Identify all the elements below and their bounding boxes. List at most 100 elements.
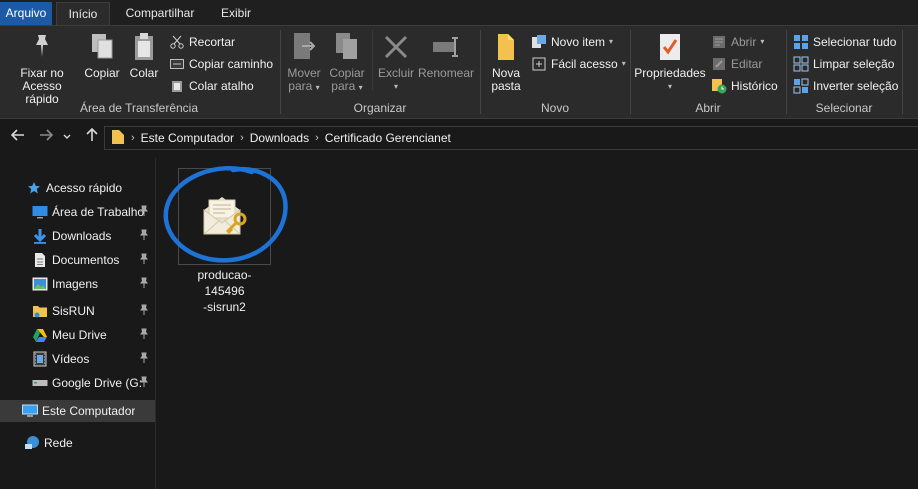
copy-to-button[interactable]: Copiar para ▾ (326, 30, 368, 94)
ribbon-separator (786, 30, 787, 114)
forward-arrow-icon[interactable] (36, 128, 56, 148)
pin-icon (139, 376, 151, 390)
navigation-pane: Acesso rápido Área de Trabalho Downloads… (0, 158, 156, 489)
copy-path-label: Copiar caminho (189, 57, 274, 71)
pin-quick-access-button[interactable]: Fixar no Acesso rápido (4, 30, 80, 106)
nav-this-pc[interactable]: Este Computador (0, 400, 155, 422)
nav-item-documents[interactable]: Documentos (0, 249, 155, 271)
rename-icon (429, 30, 463, 64)
nav-item-label: Documentos (52, 253, 120, 267)
select-all-button[interactable]: Selecionar tudo (793, 32, 896, 52)
network-icon (24, 435, 40, 451)
open-button[interactable]: Abrir ▾ (711, 32, 764, 52)
copy-path-icon (169, 56, 185, 72)
select-none-button[interactable]: Limpar seleção (793, 54, 894, 74)
file-name: producao-145496 -sisrun2 (178, 267, 271, 315)
ribbon-separator (902, 30, 903, 114)
pin-icon (139, 205, 151, 219)
breadcrumb-separator-icon: › (131, 132, 135, 144)
computer-icon (22, 403, 38, 419)
nav-item-my-drive[interactable]: Meu Drive (0, 324, 155, 346)
paste-button[interactable]: Colar (126, 30, 162, 80)
edit-button[interactable]: Editar (711, 54, 762, 74)
ribbon: Fixar no Acesso rápido Copiar Colar Reco… (0, 25, 918, 119)
pin-icon (139, 253, 151, 267)
ribbon-separator (630, 30, 631, 114)
scissors-icon (169, 34, 185, 50)
properties-button[interactable]: Propriedades ▾ (634, 30, 706, 93)
delete-button[interactable]: Excluir ▾ (376, 30, 416, 93)
nav-quick-access[interactable]: Acesso rápido (0, 177, 155, 199)
breadcrumb-separator-icon: › (315, 132, 319, 144)
clipboard-icon (127, 30, 161, 64)
nav-item-videos[interactable]: Vídeos (0, 348, 155, 370)
delete-x-icon (379, 30, 413, 64)
easy-access-button[interactable]: Fácil acesso ▾ (531, 54, 626, 74)
nav-network-label: Rede (44, 436, 73, 450)
file-name-line2: -sisrun2 (203, 300, 246, 314)
recent-locations-chevron-icon[interactable] (60, 128, 74, 148)
nav-item-pictures[interactable]: Imagens (0, 273, 155, 295)
file-name-line1: producao-145496 (197, 268, 252, 298)
nav-item-label: Meu Drive (52, 328, 107, 342)
paste-shortcut-button[interactable]: Colar atalho (169, 76, 254, 96)
new-item-icon (531, 34, 547, 50)
nav-network[interactable]: Rede (0, 432, 155, 454)
address-bar[interactable]: › Este Computador › Downloads › Certific… (104, 126, 918, 150)
new-group-label: Novo (540, 101, 569, 115)
google-drive-icon (32, 327, 48, 343)
tab-file[interactable]: Arquivo (0, 2, 52, 25)
new-folder-button[interactable]: Nova pasta (486, 30, 526, 93)
invert-selection-label: Inverter seleção (813, 79, 899, 93)
cut-button[interactable]: Recortar (169, 32, 235, 52)
new-item-button[interactable]: Novo item ▾ (531, 32, 613, 52)
tab-view[interactable]: Exibir (210, 2, 262, 25)
nav-item-label: Google Drive (G: (52, 376, 143, 390)
nav-item-desktop[interactable]: Área de Trabalho (0, 201, 155, 223)
nav-item-google-drive[interactable]: Google Drive (G: (0, 372, 155, 394)
rename-button[interactable]: Renomear (418, 30, 474, 80)
file-item[interactable]: producao-145496 -sisrun2 (178, 168, 271, 315)
organize-group-label: Organizar (353, 101, 407, 115)
breadcrumb-this-pc[interactable]: Este Computador (141, 131, 234, 145)
paste-shortcut-icon (169, 78, 185, 94)
move-to-button[interactable]: Mover para ▾ (284, 30, 324, 94)
tab-home[interactable]: Início (56, 2, 110, 25)
pin-icon (139, 229, 151, 243)
nav-item-sisrun[interactable]: SisRUN (0, 300, 155, 322)
breadcrumb-downloads[interactable]: Downloads (250, 131, 309, 145)
pin-icon (139, 304, 151, 318)
nav-item-downloads[interactable]: Downloads (0, 225, 155, 247)
paste-label: Colar (129, 66, 159, 80)
breadcrumb-certificado[interactable]: Certificado Gerencianet (325, 131, 451, 145)
open-icon (711, 34, 727, 50)
tab-share[interactable]: Compartilhar (114, 2, 206, 25)
properties-caret-icon: ▾ (667, 82, 672, 91)
pin-icon (139, 277, 151, 291)
back-arrow-icon[interactable] (8, 128, 28, 148)
copy-button[interactable]: Copiar (82, 30, 122, 80)
new-folder-icon (489, 30, 523, 64)
document-icon (32, 252, 48, 268)
copy-to-icon (330, 30, 364, 64)
history-icon (711, 78, 727, 94)
copy-to-label-2: para ▾ (331, 79, 363, 93)
invert-selection-button[interactable]: Inverter seleção (793, 76, 898, 96)
properties-icon (653, 30, 687, 64)
star-icon (26, 180, 42, 196)
new-item-caret-icon: ▾ (609, 37, 614, 46)
new-folder-label-2: pasta (491, 79, 521, 93)
file-thumbnail (178, 168, 271, 265)
nav-item-label: Imagens (52, 277, 99, 291)
drive-icon (32, 375, 48, 391)
history-button[interactable]: Histórico (711, 76, 778, 96)
certificate-icon (200, 192, 250, 241)
paste-shortcut-label: Colar atalho (189, 79, 254, 93)
video-icon (32, 351, 48, 367)
select-all-icon (793, 34, 809, 50)
nav-item-label: SisRUN (52, 304, 95, 318)
up-arrow-icon[interactable] (82, 127, 102, 148)
nav-item-label: Downloads (52, 229, 112, 243)
copy-path-button[interactable]: Copiar caminho (169, 54, 273, 74)
select-none-icon (793, 56, 809, 72)
